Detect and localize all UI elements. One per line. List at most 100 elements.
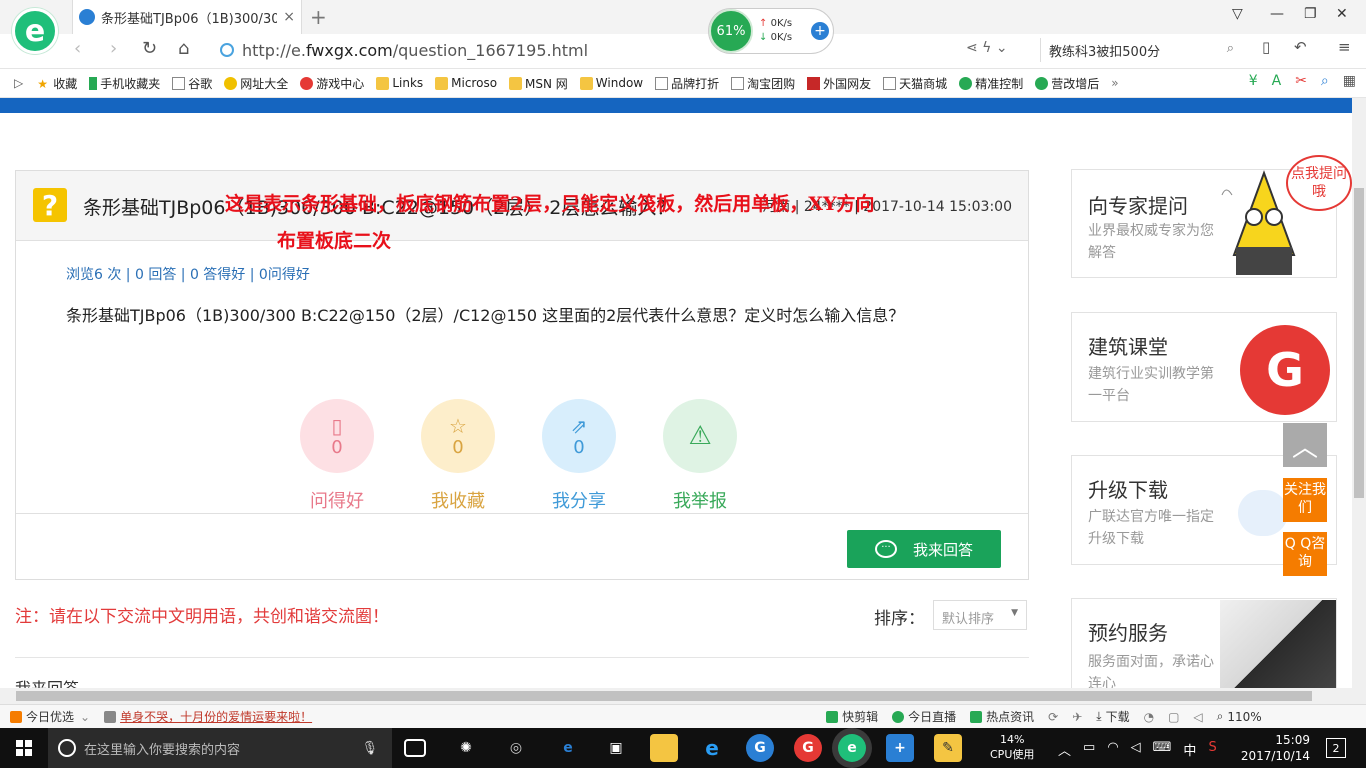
hot-news[interactable]: 热点资讯 xyxy=(970,708,1034,725)
bookmark-item[interactable]: 网址大全 xyxy=(224,75,288,92)
bookmark-item[interactable]: Window xyxy=(579,76,643,90)
speaker-icon[interactable]: ◔ xyxy=(1144,710,1154,724)
bookmark-item[interactable]: 天猫商城 xyxy=(883,75,947,92)
browser-app-icon[interactable]: e xyxy=(838,734,866,762)
undo-icon[interactable]: ↶ xyxy=(1294,38,1307,56)
task-view-icon[interactable] xyxy=(404,739,426,757)
ask-me-bubble[interactable]: 点我提问哦 xyxy=(1286,155,1352,211)
notification-center-icon[interactable]: 2 xyxy=(1326,738,1346,758)
active-tab[interactable]: 条形基础TJBp06（1B)300/300 × xyxy=(72,0,302,34)
address-bar: ‹ › ↻ ⌂ http://e. fwxgx.com/question_1667… xyxy=(0,34,1366,66)
scissors-icon[interactable]: ✂ xyxy=(1295,73,1307,89)
swirl-app-icon[interactable]: ◎ xyxy=(502,734,530,762)
file-explorer-icon[interactable] xyxy=(650,734,678,762)
menu-icon[interactable]: ≡ xyxy=(1338,38,1351,56)
qq-consult-button[interactable]: Q Q咨询 xyxy=(1283,532,1327,576)
tray-up-icon[interactable]: ︿ xyxy=(1058,740,1071,759)
good-question-button[interactable]: ▯ 0 问得好 xyxy=(287,399,387,513)
sidebar-toggle-icon[interactable]: ▷ xyxy=(14,76,23,90)
back-icon[interactable]: ‹ xyxy=(74,38,81,59)
bookmark-item[interactable]: 淘宝团购 xyxy=(731,75,795,92)
shirt-icon[interactable]: ▽ xyxy=(1232,6,1243,22)
translate-icon[interactable]: A xyxy=(1272,73,1282,89)
store-icon[interactable]: ▣ xyxy=(602,734,630,762)
bookmark-item[interactable]: 游戏中心 xyxy=(300,75,364,92)
notes-app-icon[interactable]: ✎ xyxy=(934,734,962,762)
browser-logo[interactable]: e xyxy=(12,8,58,54)
start-button[interactable] xyxy=(0,728,48,768)
favorite-button[interactable]: ☆ 0 我收藏 xyxy=(408,399,508,513)
zoom-level[interactable]: ⌕ 110% xyxy=(1217,709,1262,724)
network-icon[interactable]: ▭ xyxy=(1083,740,1095,759)
close-window-icon[interactable]: ✕ xyxy=(1336,6,1348,22)
new-tab-button[interactable]: + xyxy=(310,5,327,29)
accelerate-plus-icon[interactable]: + xyxy=(811,22,829,40)
vertical-scrollbar[interactable] xyxy=(1352,98,1366,704)
glodon-red-app-icon[interactable]: G xyxy=(794,734,822,762)
yen-icon[interactable]: ¥ xyxy=(1249,73,1258,89)
restore-icon[interactable]: ❐ xyxy=(1304,6,1317,22)
bookmark-item[interactable]: ★ 收藏 xyxy=(37,75,77,92)
apps-grid-icon[interactable]: ▦ xyxy=(1343,73,1356,89)
search-icon[interactable]: ⌕ xyxy=(1321,73,1329,89)
horizontal-scrollbar[interactable] xyxy=(0,688,1352,704)
horizontal-scroll-thumb[interactable] xyxy=(16,691,1312,701)
quick-edit[interactable]: 快剪辑 xyxy=(826,708,878,725)
network-speed-widget[interactable]: 61% ↑ 0K/s ↓ 0K/s + xyxy=(708,8,834,54)
downloads[interactable]: ⤓ 下载 xyxy=(1096,708,1129,725)
refresh-icon[interactable]: ⟳ xyxy=(1048,710,1058,724)
window-icon[interactable]: ▢ xyxy=(1168,710,1179,724)
back-to-top-button[interactable]: ︿ xyxy=(1283,423,1327,467)
taskbar-search[interactable]: 在这里输入你要搜索的内容 🎙 xyxy=(48,728,392,768)
search-box[interactable]: 教练科3被扣500分 ⌕ xyxy=(1040,38,1240,62)
cpu-usage[interactable]: 14% CPU使用 xyxy=(990,732,1034,762)
answer-button-label: 我来回答 xyxy=(912,540,973,559)
volume-icon[interactable]: ◁ xyxy=(1131,740,1141,759)
share-button[interactable]: ⇗ 0 我分享 xyxy=(529,399,629,513)
bookmark-item[interactable]: 手机收藏夹 xyxy=(89,75,160,92)
phone-icon[interactable]: ▯ xyxy=(1262,38,1270,56)
bookmark-item[interactable]: 品牌打折 xyxy=(655,75,719,92)
live-today[interactable]: 今日直播 xyxy=(892,708,956,725)
sound-icon[interactable]: ◁ xyxy=(1193,710,1202,724)
vertical-scroll-thumb[interactable] xyxy=(1354,188,1364,498)
news-link[interactable]: 单身不哭，十月份的爱情运要来啦！ xyxy=(120,708,312,725)
url-input[interactable]: http://e. fwxgx.com/question_1667195.html xyxy=(220,38,740,62)
wifi-icon[interactable]: ◠ xyxy=(1107,740,1118,759)
question-body: 条形基础TJBp06（1B)300/300 B:C22@150（2层）/C12@… xyxy=(66,306,905,325)
report-button[interactable]: ⚠ 我举报 xyxy=(650,399,750,513)
clock[interactable]: 15:09 2017/10/14 xyxy=(1240,732,1310,764)
plus-app-icon[interactable]: + xyxy=(886,734,914,762)
bookmark-item[interactable]: MSN 网 xyxy=(509,75,568,92)
reload-icon[interactable]: ↻ xyxy=(142,38,157,59)
answer-button[interactable]: ··· 我来回答 xyxy=(847,530,1001,568)
page-icon xyxy=(807,76,821,90)
bookmark-item[interactable]: 精准控制 xyxy=(959,75,1023,92)
today-picks[interactable]: 今日优选 ⌄ xyxy=(10,708,90,725)
home-icon[interactable]: ⌂ xyxy=(178,38,189,59)
pin-icon[interactable]: ✈ xyxy=(1072,710,1082,724)
more-bookmarks-icon[interactable]: » xyxy=(1111,76,1118,90)
bookmark-item[interactable]: 谷歌 xyxy=(172,75,212,92)
edge-icon[interactable]: e xyxy=(554,734,582,762)
ime-indicator[interactable]: 中 xyxy=(1183,740,1196,759)
search-icon[interactable]: ⌕ xyxy=(1227,41,1234,56)
news-item[interactable]: 单身不哭，十月份的爱情运要来啦！ xyxy=(104,708,312,725)
minimize-icon[interactable]: — xyxy=(1270,6,1284,22)
sogou-icon[interactable]: S xyxy=(1208,740,1216,759)
glodon-app-icon[interactable]: G xyxy=(746,734,774,762)
forward-icon[interactable]: › xyxy=(110,38,117,59)
tab-close-icon[interactable]: × xyxy=(283,9,295,25)
ie-icon[interactable]: e xyxy=(698,734,726,762)
bookmark-item[interactable]: Links xyxy=(376,76,423,90)
keyboard-icon[interactable]: ⌨ xyxy=(1153,740,1172,759)
bookmark-item[interactable]: 营改增后 xyxy=(1035,75,1099,92)
bookmark-item[interactable]: 外国网友 xyxy=(807,75,871,92)
sort-select[interactable]: 默认排序 ▼ xyxy=(933,600,1027,630)
microphone-icon[interactable]: 🎙 xyxy=(361,741,378,756)
bookmark-item[interactable]: Microso xyxy=(435,76,497,90)
follow-us-button[interactable]: 关注我们 xyxy=(1283,478,1327,522)
pinwheel-app-icon[interactable]: ✺ xyxy=(452,734,480,762)
share-icon[interactable]: ⋖ ϟ ⌄ xyxy=(966,40,1008,56)
cloud-download-icon xyxy=(1238,490,1288,536)
